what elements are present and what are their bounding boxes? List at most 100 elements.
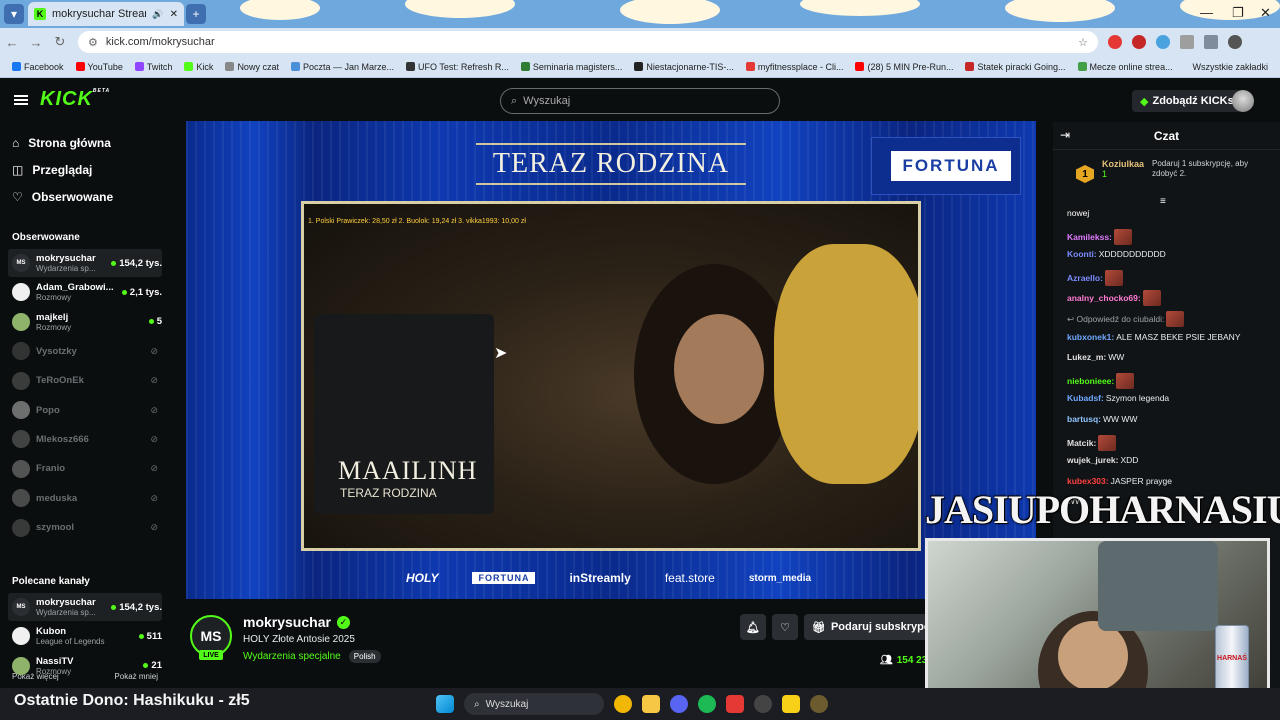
bookmark-item[interactable]: Seminaria magisters... xyxy=(517,62,627,72)
kick-logo[interactable]: KICKBETA xyxy=(40,88,110,111)
bookmark-item[interactable]: myfitnessplace - Cli... xyxy=(742,62,848,72)
chat-message[interactable]: Kamilekss: xyxy=(1067,228,1132,245)
tab-search-button[interactable]: ▾ xyxy=(4,4,24,24)
chat-message[interactable]: kubxonek1: ALE MASZ BEKE PSIE JEBANY xyxy=(1067,332,1241,342)
extension-icon[interactable] xyxy=(1108,35,1122,49)
sticky-notes-icon[interactable] xyxy=(782,695,800,713)
leader-name[interactable]: Koziulkaa xyxy=(1102,159,1144,169)
channel-item[interactable]: meduska ⊘ xyxy=(8,484,162,512)
channel-item[interactable]: MS mokrysuchar Wydarzenia sp... 154,2 tys. xyxy=(8,593,162,621)
hamburger-menu-icon[interactable] xyxy=(14,95,28,105)
file-explorer-icon[interactable] xyxy=(642,695,660,713)
channel-item[interactable]: Popo ⊘ xyxy=(8,396,162,424)
video-player[interactable]: TERAZ RODZINA FORTUNA 1. Polski Prawicze… xyxy=(186,121,1036,599)
bookmark-item[interactable]: Poczta — Jan Marze... xyxy=(287,62,398,72)
category-link[interactable]: Wydarzenia specjalne xyxy=(243,651,341,662)
minimize-icon[interactable]: — xyxy=(1200,5,1213,20)
chat-username[interactable]: kubxonek1: xyxy=(1067,332,1114,342)
forward-icon[interactable]: → xyxy=(24,35,48,50)
site-info-icon[interactable]: ⚙ xyxy=(88,36,98,49)
channel-item[interactable]: szymool ⊘ xyxy=(8,514,162,542)
profile-icon[interactable] xyxy=(1228,35,1242,49)
chat-message[interactable]: wujek_jurek: XDD xyxy=(1067,455,1138,465)
new-tab-button[interactable]: + xyxy=(186,4,206,24)
channel-item[interactable]: Adam_Grabowi... Rozmowy 2,1 tys. xyxy=(8,278,162,306)
chat-message[interactable]: Kubadsf: Szymon legenda xyxy=(1067,393,1169,403)
bookmark-item[interactable]: UFO Test: Refresh R... xyxy=(402,62,513,72)
gift-sub-button[interactable]: 🎁︎ Podaruj subskrypcję xyxy=(804,614,928,640)
bookmark-item[interactable]: Nowy czat xyxy=(221,62,283,72)
nav-browse[interactable]: ◫ Przeglądaj xyxy=(12,163,92,177)
channel-item[interactable]: NassiTV Rozmowy 21 xyxy=(8,652,162,680)
chat-username[interactable]: kubex303: xyxy=(1067,476,1109,486)
chat-message[interactable]: analny_chocko69: xyxy=(1067,290,1161,307)
app-icon[interactable] xyxy=(726,695,744,713)
channel-name[interactable]: mokrysuchar ✓ xyxy=(243,614,350,630)
obs-icon[interactable] xyxy=(754,695,772,713)
channel-item[interactable]: Vysotzky ⊘ xyxy=(8,337,162,365)
bookmark-star-icon[interactable]: ☆ xyxy=(1078,36,1088,49)
channel-item[interactable]: TeRoOnEk ⊘ xyxy=(8,367,162,395)
discord-icon[interactable] xyxy=(670,695,688,713)
menu-icon[interactable] xyxy=(1204,35,1218,49)
nav-following[interactable]: ♡ Obserwowane xyxy=(12,190,113,204)
chat-username[interactable]: Kubadsf: xyxy=(1067,393,1104,403)
channel-item[interactable]: Kubon League of Legends 511 xyxy=(8,622,162,650)
language-tag[interactable]: Polish xyxy=(348,650,381,663)
bookmark-item[interactable]: Statek piracki Going... xyxy=(961,62,1069,72)
chat-username[interactable]: bartusq: xyxy=(1067,414,1101,424)
maximize-icon[interactable]: ❐ xyxy=(1232,5,1244,21)
chat-username[interactable]: niebonieee: xyxy=(1067,376,1114,386)
bookmark-item[interactable]: Kick xyxy=(180,62,217,72)
spotify-icon[interactable] xyxy=(698,695,716,713)
channel-item[interactable]: majkelj Rozmowy 5 xyxy=(8,308,162,336)
chat-filter-icon[interactable]: ≡ xyxy=(1160,196,1166,207)
bookmark-item[interactable]: Twitch xyxy=(131,62,177,72)
chat-message[interactable]: Lukez_m: WW xyxy=(1067,352,1124,362)
chat-message[interactable]: ↩ Odpowiedź do ciubaldi: xyxy=(1067,311,1185,327)
reload-icon[interactable]: ↻ xyxy=(48,34,72,50)
browser-tab[interactable]: K mokrysuchar Stream - Wat 🔊 ✕ xyxy=(28,2,184,26)
channel-item[interactable]: Franio ⊘ xyxy=(8,455,162,483)
chat-message[interactable]: Koonti: XDDDDDDDDDD xyxy=(1067,249,1166,259)
channel-item[interactable]: Mlekosz666 ⊘ xyxy=(8,425,162,453)
taskbar-search[interactable]: ⌕ Wyszukaj xyxy=(464,693,604,715)
url-field[interactable]: ⚙ kick.com/mokrysuchar ☆ xyxy=(78,31,1098,53)
chat-message[interactable]: bartusq: WW WW xyxy=(1067,414,1137,424)
start-icon[interactable] xyxy=(436,695,454,713)
back-icon[interactable]: ← xyxy=(0,35,24,50)
speaker-icon[interactable]: 🔊 xyxy=(152,9,163,20)
chat-message[interactable]: nowej xyxy=(1067,208,1089,218)
chat-message[interactable]: kubex303: JASPER prayge xyxy=(1067,476,1172,486)
chat-username[interactable]: Azraello: xyxy=(1067,273,1103,283)
chat-message[interactable]: Azraello: xyxy=(1067,269,1123,286)
chat-username[interactable]: Kamilekss: xyxy=(1067,232,1112,242)
extension-icon[interactable] xyxy=(1132,35,1146,49)
chat-username[interactable]: Matcik: xyxy=(1067,438,1096,448)
league-icon[interactable] xyxy=(810,695,828,713)
bookmark-item[interactable]: Niestacjonarne-TIS-... xyxy=(630,62,738,72)
chrome-icon[interactable] xyxy=(614,695,632,713)
all-bookmarks[interactable]: Wszystkie zakładki xyxy=(1188,62,1272,72)
window-close-icon[interactable]: ✕ xyxy=(1260,5,1271,21)
chat-message[interactable]: niebonieee: xyxy=(1067,372,1135,389)
extension-icon[interactable] xyxy=(1156,35,1170,49)
tab-close-icon[interactable]: ✕ xyxy=(170,9,178,20)
chat-username[interactable]: wujek_jurek: xyxy=(1067,455,1119,465)
bookmark-item[interactable]: Facebook xyxy=(8,62,68,72)
nav-home[interactable]: ⌂ Strona główna xyxy=(12,136,111,150)
bookmark-item[interactable]: (28) 5 MIN Pre-Run... xyxy=(851,62,957,72)
notification-bell-button[interactable]: 🔔︎ xyxy=(740,614,766,640)
bookmark-item[interactable]: Mecze online strea... xyxy=(1074,62,1177,72)
search-input[interactable]: ⌕ Wyszukaj xyxy=(500,88,780,114)
chat-message[interactable]: Matcik: xyxy=(1067,434,1117,451)
get-kicks-button[interactable]: ◆ Zdobądź KICKs xyxy=(1132,90,1242,112)
bookmark-item[interactable]: YouTube xyxy=(72,62,127,72)
extensions-puzzle-icon[interactable] xyxy=(1180,35,1194,49)
user-avatar[interactable] xyxy=(1232,90,1254,112)
chat-username[interactable]: Lukez_m: xyxy=(1067,352,1106,362)
chat-username[interactable]: analny_chocko69: xyxy=(1067,293,1141,303)
collapse-chat-icon[interactable]: ⇥ xyxy=(1060,128,1070,142)
follow-button[interactable]: ♡ xyxy=(772,614,798,640)
chat-username[interactable]: Koonti: xyxy=(1067,249,1097,259)
